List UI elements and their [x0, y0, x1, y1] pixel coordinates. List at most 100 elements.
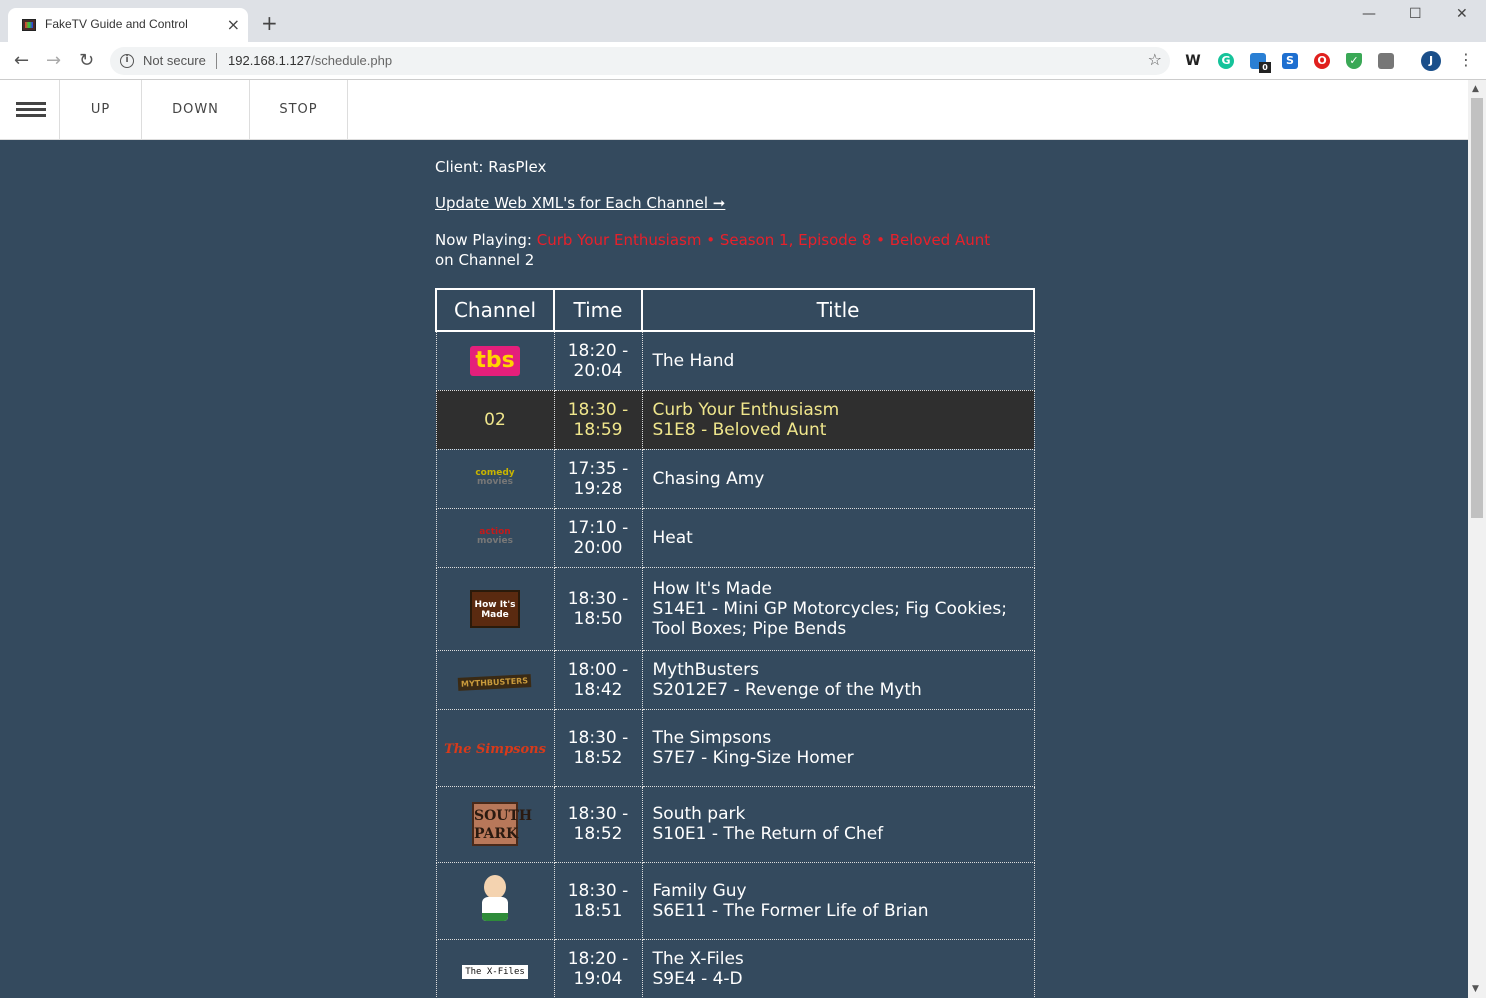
mythbusters-logo: MYTHBUSTERS	[458, 673, 532, 691]
title-cell: South park S10E1 - The Return of Chef	[641, 785, 1035, 863]
extension-icon[interactable]: 0	[1250, 53, 1271, 73]
end-time: 20:00	[573, 537, 623, 558]
browser-tab[interactable]: FakeTV Guide and Control ×	[8, 8, 248, 42]
tab-title: FakeTV Guide and Control	[45, 17, 188, 31]
start-time: 17:35 -	[567, 458, 629, 479]
now-playing-title[interactable]: Curb Your Enthusiasm • Season 1, Episode…	[537, 231, 990, 249]
logo-subtext: movies	[477, 535, 513, 546]
window-extension-icon[interactable]	[1378, 53, 1394, 69]
show-title: Curb Your Enthusiasm	[652, 399, 840, 420]
channel-cell: MYTHBUSTERS	[435, 649, 555, 710]
table-row[interactable]: How It's Made 18:30 -18:50 How It's Made…	[435, 566, 1035, 651]
logo-text: comedy	[475, 467, 515, 478]
show-title: Chasing Amy	[652, 468, 765, 489]
opera-extension-icon[interactable]: O	[1314, 53, 1330, 69]
header-channel: Channel	[435, 288, 555, 332]
table-row[interactable]: comedy movies 17:35 -19:28 Chasing Amy	[435, 448, 1035, 509]
time-cell: 18:30 -18:51	[553, 861, 643, 940]
top-nav-bar: UP DOWN STOP	[0, 80, 1468, 140]
logo-subtext: movies	[477, 476, 513, 487]
table-row[interactable]: tbs 18:20 -20:04 The Hand	[435, 330, 1035, 391]
table-row[interactable]: The Simpsons 18:30 -18:52 The Simpsons S7…	[435, 708, 1035, 787]
address-bar[interactable]: i Not secure 192.168.1.127/schedule.php …	[110, 47, 1170, 75]
start-time: 18:20 -	[567, 340, 629, 361]
bookmark-star-icon[interactable]: ☆	[1148, 50, 1162, 69]
shield-extension-icon[interactable]: ✓	[1346, 53, 1362, 69]
omnibox-divider	[216, 53, 217, 69]
channel-cell: 02	[435, 389, 555, 450]
table-row[interactable]: 18:30 -18:51 Family Guy S6E11 - The Forme…	[435, 861, 1035, 940]
forward-icon[interactable]: →	[46, 50, 61, 71]
table-row[interactable]: The X-Files 18:20 -19:04 The X-Files S9E4…	[435, 938, 1035, 998]
new-tab-icon[interactable]: +	[261, 13, 278, 33]
x-files-logo: The X-Files	[462, 964, 528, 979]
how-its-made-logo: How It's Made	[470, 589, 520, 628]
end-time: 18:50	[573, 608, 623, 629]
table-row[interactable]: SOUTH PARK 18:30 -18:52 South park S10E1 …	[435, 785, 1035, 863]
down-button[interactable]: DOWN	[142, 80, 250, 140]
tbs-logo: tbs	[470, 345, 520, 376]
tv-favicon-icon	[22, 19, 36, 31]
channel-cell: How It's Made	[435, 566, 555, 651]
logo-text: action	[479, 526, 511, 537]
back-icon[interactable]: ←	[14, 50, 29, 71]
scroll-thumb[interactable]	[1471, 98, 1483, 518]
episode-info: S6E11 - The Former Life of Brian	[652, 900, 929, 921]
time-cell: 18:30 -18:50	[553, 566, 643, 651]
page-scrollbar[interactable]: ▲ ▼	[1468, 80, 1486, 998]
save-extension-icon[interactable]: S	[1282, 53, 1298, 69]
wikiwand-extension-icon[interactable]: W	[1185, 53, 1201, 69]
end-time: 18:42	[573, 679, 623, 700]
url-host: 192.168.1.127	[228, 53, 312, 68]
hamburger-menu-icon[interactable]	[0, 80, 60, 140]
browser-tabstrip: FakeTV Guide and Control × + — ☐ ✕	[0, 0, 1486, 42]
channel-cell: SOUTH PARK	[435, 785, 555, 863]
title-cell: Curb Your Enthusiasm S1E8 - Beloved Aunt	[641, 389, 1035, 450]
minimize-icon[interactable]: —	[1362, 6, 1376, 22]
extension-badge: 0	[1259, 62, 1271, 73]
up-button[interactable]: UP	[60, 80, 142, 140]
scroll-down-arrow-icon[interactable]: ▼	[1472, 984, 1479, 994]
close-tab-icon[interactable]: ×	[227, 15, 240, 34]
start-time: 18:30 -	[567, 588, 629, 609]
episode-info: S7E7 - King-Size Homer	[652, 747, 854, 768]
title-cell: MythBusters S2012E7 - Revenge of the Myth	[641, 649, 1035, 710]
title-cell: Family Guy S6E11 - The Former Life of Bri…	[641, 861, 1035, 940]
url-text[interactable]: 192.168.1.127/schedule.php	[228, 53, 392, 68]
browser-toolbar: ← → ↻ i Not secure 192.168.1.127/schedul…	[0, 42, 1486, 80]
title-cell: The Hand	[641, 330, 1035, 391]
start-time: 18:30 -	[567, 804, 629, 824]
show-title: South park	[652, 804, 746, 824]
time-cell: 18:00 -18:42	[553, 649, 643, 710]
channel-cell: comedy movies	[435, 448, 555, 509]
update-xml-link[interactable]: Update Web XML's for Each Channel ➞	[435, 194, 725, 212]
title-cell: Heat	[641, 507, 1035, 568]
grammarly-extension-icon[interactable]: G	[1218, 53, 1234, 69]
header-title: Title	[641, 288, 1035, 332]
table-row[interactable]: MYTHBUSTERS 18:00 -18:42 MythBusters S201…	[435, 649, 1035, 710]
stop-button[interactable]: STOP	[250, 80, 348, 140]
channel-cell	[435, 861, 555, 940]
table-row[interactable]: action movies 17:10 -20:00 Heat	[435, 507, 1035, 568]
menu-kebab-icon[interactable]: ⋮	[1458, 50, 1474, 69]
reload-icon[interactable]: ↻	[79, 50, 94, 71]
end-time: 19:28	[573, 478, 623, 499]
window-close-icon[interactable]: ✕	[1456, 6, 1468, 22]
action-movies-logo: action movies	[477, 526, 513, 546]
episode-info: S2012E7 - Revenge of the Myth	[652, 679, 922, 700]
comedy-movies-logo: comedy movies	[475, 467, 515, 487]
show-title: Heat	[652, 527, 693, 548]
now-playing-prefix: Now Playing:	[435, 231, 537, 249]
end-time: 19:04	[573, 968, 623, 989]
episode-info: S9E4 - 4-D	[652, 968, 743, 989]
maximize-icon[interactable]: ☐	[1409, 6, 1422, 22]
info-icon[interactable]: i	[120, 54, 134, 68]
profile-avatar[interactable]: J	[1421, 51, 1441, 71]
channel-cell: tbs	[435, 330, 555, 391]
title-cell: The X-Files S9E4 - 4-D	[641, 938, 1035, 998]
time-cell: 17:10 -20:00	[553, 507, 643, 568]
scroll-up-arrow-icon[interactable]: ▲	[1472, 84, 1479, 94]
show-title: How It's Made	[652, 578, 772, 599]
table-row-now-playing[interactable]: 02 18:30 -18:59 Curb Your Enthusiasm S1E8…	[435, 389, 1035, 450]
show-title: The Hand	[652, 350, 735, 371]
